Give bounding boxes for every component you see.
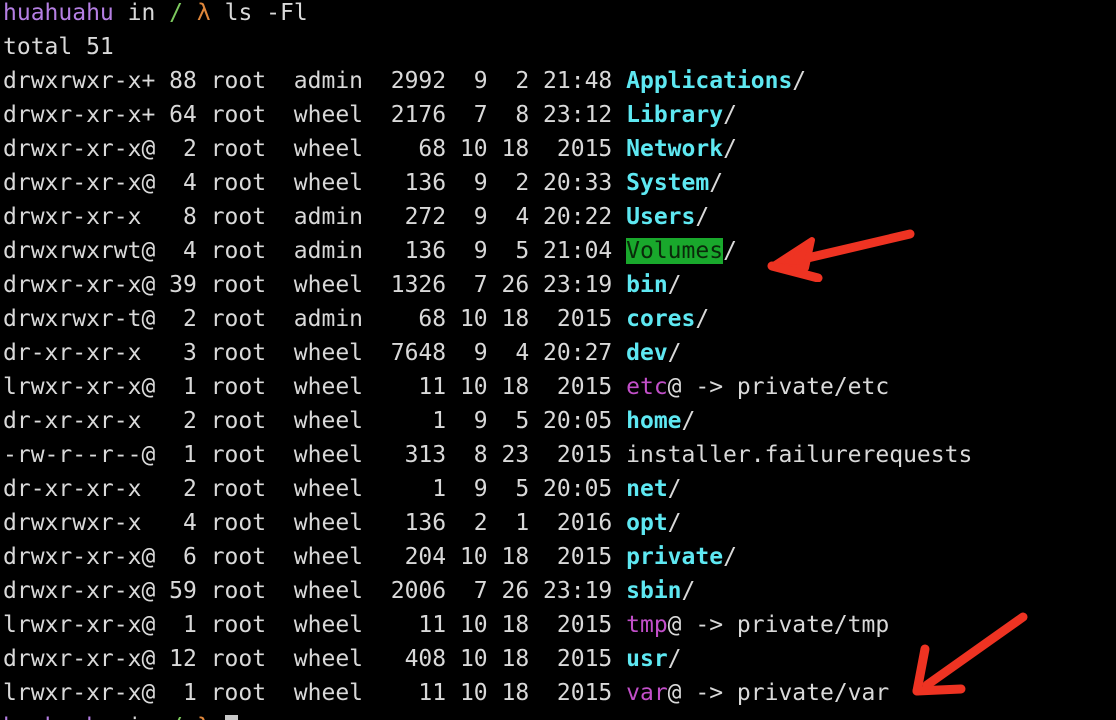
file-meta: drwxr-xr-x 8 root admin 272 9 4 20:22 — [3, 204, 627, 230]
file-name: bin — [626, 272, 668, 298]
file-meta: lrwxr-xr-x@ 1 root wheel 11 10 18 2015 — [3, 612, 627, 638]
prompt-command: ls -Fl — [210, 0, 308, 26]
file-suffix: / — [723, 544, 737, 570]
file-name: net — [626, 476, 668, 502]
file-suffix: / — [667, 646, 682, 672]
file-suffix: @ -> private/tmp — [667, 612, 890, 638]
file-meta: dr-xr-xr-x 3 root wheel 7648 9 4 20:27 — [3, 340, 627, 366]
file-suffix: / — [695, 204, 710, 230]
file-suffix: / — [723, 102, 737, 128]
file-meta: drwxr-xr-x@ 4 root wheel 136 9 2 20:33 — [3, 170, 627, 196]
file-name: Users — [626, 204, 696, 230]
list-item: drwxr-xr-x@ 59 root wheel 2006 7 26 23:1… — [3, 574, 1113, 608]
list-item: drwxr-xr-x@ 2 root wheel 68 10 18 2015 N… — [3, 132, 1113, 166]
prompt-path: / — [169, 714, 183, 720]
file-name: opt — [626, 510, 668, 536]
total-line: total 51 — [3, 34, 114, 60]
list-item: drwxr-xr-x 8 root admin 272 9 4 20:22 Us… — [3, 200, 1113, 234]
file-meta: drwxrwxr-x+ 88 root admin 2992 9 2 21:48 — [3, 68, 627, 94]
list-item: dr-xr-xr-x 2 root wheel 1 9 5 20:05 home… — [3, 404, 1113, 438]
file-name: installer.failurerequests — [626, 442, 973, 468]
file-meta: lrwxr-xr-x@ 1 root wheel 11 10 18 2015 — [3, 680, 627, 706]
terminal-output[interactable]: huahuahu in / λ ls -Fl total 51 drwxrwxr… — [3, 0, 1113, 720]
list-item: dr-xr-xr-x 3 root wheel 7648 9 4 20:27 d… — [3, 336, 1113, 370]
file-name: System — [626, 170, 710, 196]
cursor-block — [224, 714, 238, 720]
file-suffix: @ -> private/var — [667, 680, 890, 706]
file-name: Network — [626, 136, 724, 162]
file-meta: drwxrwxrwt@ 4 root admin 136 9 5 21:04 — [3, 238, 627, 264]
prompt-line: huahuahu in / λ ls -Fl — [3, 0, 1113, 30]
file-suffix: / — [695, 306, 710, 332]
file-name: cores — [626, 306, 696, 332]
list-item: dr-xr-xr-x 2 root wheel 1 9 5 20:05 net/ — [3, 472, 1113, 506]
prompt-lambda: λ — [196, 0, 211, 26]
list-item: -rw-r--r--@ 1 root wheel 313 8 23 2015 i… — [3, 438, 1113, 472]
prompt-user: huahuahu — [3, 0, 114, 26]
file-name: usr — [626, 646, 668, 672]
prompt-user: huahuahu — [3, 714, 114, 720]
file-suffix: / — [723, 238, 737, 264]
list-item: drwxr-xr-x@ 39 root wheel 1326 7 26 23:1… — [3, 268, 1113, 302]
file-suffix: / — [792, 68, 807, 94]
prompt-in: in — [113, 0, 170, 26]
file-meta: lrwxr-xr-x@ 1 root wheel 11 10 18 2015 — [3, 374, 627, 400]
list-item: lrwxr-xr-x@ 1 root wheel 11 10 18 2015 e… — [3, 370, 1113, 404]
file-suffix: / — [667, 510, 682, 536]
file-suffix: @ -> private/etc — [667, 374, 890, 400]
file-name: Applications — [626, 68, 793, 94]
file-suffix: / — [667, 340, 682, 366]
list-item: drwxrwxr-t@ 2 root admin 68 10 18 2015 c… — [3, 302, 1113, 336]
file-name: etc — [626, 374, 668, 400]
prompt-path: / — [169, 0, 184, 26]
file-name: var — [626, 680, 668, 706]
file-name: sbin — [626, 578, 682, 604]
file-suffix: / — [709, 170, 724, 196]
file-meta: drwxr-xr-x@ 12 root wheel 408 10 18 2015 — [3, 646, 627, 672]
file-meta: drwxr-xr-x@ 39 root wheel 1326 7 26 23:1… — [3, 272, 627, 298]
file-name: home — [626, 408, 682, 434]
file-name: Volumes — [626, 238, 724, 264]
prompt-lambda: λ — [197, 714, 211, 720]
file-meta: -rw-r--r--@ 1 root wheel 313 8 23 2015 — [3, 442, 627, 468]
list-item: lrwxr-xr-x@ 1 root wheel 11 10 18 2015 t… — [3, 608, 1113, 642]
file-meta: drwxr-xr-x@ 2 root wheel 68 10 18 2015 — [3, 136, 627, 162]
file-meta: drwxr-xr-x@ 6 root wheel 204 10 18 2015 — [3, 544, 627, 570]
file-suffix: / — [723, 136, 737, 162]
file-meta: dr-xr-xr-x 2 root wheel 1 9 5 20:05 — [3, 408, 627, 434]
file-suffix: / — [681, 578, 696, 604]
list-item: drwxr-xr-x@ 12 root wheel 408 10 18 2015… — [3, 642, 1113, 676]
file-name: private — [626, 544, 724, 570]
file-name: Library — [626, 102, 724, 128]
list-item: drwxr-xr-x@ 6 root wheel 204 10 18 2015 … — [3, 540, 1113, 574]
file-meta: drwxrwxr-t@ 2 root admin 68 10 18 2015 — [3, 306, 627, 332]
file-meta: drwxr-xr-x@ 59 root wheel 2006 7 26 23:1… — [3, 578, 627, 604]
list-item: drwxrwxr-x 4 root wheel 136 2 1 2016 opt… — [3, 506, 1113, 540]
file-meta: drwxr-xr-x+ 64 root wheel 2176 7 8 23:12 — [3, 102, 627, 128]
active-prompt-line[interactable]: huahuahu in / λ — [3, 710, 1113, 720]
file-suffix: / — [681, 408, 696, 434]
prompt-in: in — [114, 714, 169, 720]
listing: drwxrwxr-x+ 88 root admin 2992 9 2 21:48… — [3, 64, 1113, 710]
list-item: drwxrwxr-x+ 88 root admin 2992 9 2 21:48… — [3, 64, 1113, 98]
file-suffix: / — [667, 476, 682, 502]
list-item: drwxr-xr-x+ 64 root wheel 2176 7 8 23:12… — [3, 98, 1113, 132]
file-meta: dr-xr-xr-x 2 root wheel 1 9 5 20:05 — [3, 476, 627, 502]
file-meta: drwxrwxr-x 4 root wheel 136 2 1 2016 — [3, 510, 627, 536]
file-name: dev — [626, 340, 668, 366]
file-suffix: / — [667, 272, 682, 298]
list-item: drwxrwxrwt@ 4 root admin 136 9 5 21:04 V… — [3, 234, 1113, 268]
file-name: tmp — [626, 612, 668, 638]
list-item: drwxr-xr-x@ 4 root wheel 136 9 2 20:33 S… — [3, 166, 1113, 200]
list-item: lrwxr-xr-x@ 1 root wheel 11 10 18 2015 v… — [3, 676, 1113, 710]
